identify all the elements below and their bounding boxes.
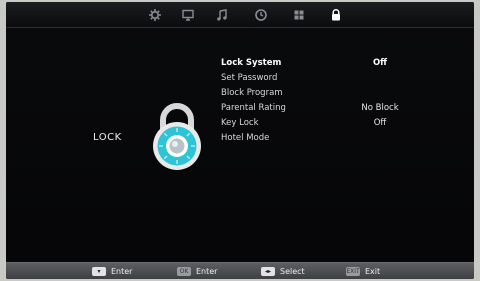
music-note-icon[interactable] [215,8,229,22]
menu-item-set-password[interactable]: Set Password [221,73,277,87]
down-key-icon: ▾ [92,267,106,276]
hint-select: ◂▸ Select [261,265,305,278]
padlock-icon [153,103,201,170]
grid-icon[interactable] [292,8,306,22]
hint-exit: EXIT Exit [346,265,380,278]
lock-system-value: Off [372,58,388,68]
menu-item-key-lock[interactable]: Key Lock [221,118,259,132]
hint-label: Exit [365,267,381,276]
hint-label: Enter [111,267,133,276]
menu-item-block-program[interactable]: Block Program [221,88,283,102]
menu-item-hotel-mode[interactable]: Hotel Mode [221,133,269,147]
key-hint-bar: ▾ Enter OK Enter ◂▸ Select EXIT Exit [6,262,474,279]
hint-label: Select [280,267,305,276]
lock-menu: LOCK Lock System Set Password Block Prog… [6,28,474,262]
menu-tab-bar [6,2,474,28]
hint-label: Enter [196,267,218,276]
tv-screen: LOCK Lock System Set Password Block Prog… [6,2,474,279]
hint-enter-down: ▾ Enter [92,265,132,278]
clock-icon[interactable] [254,8,268,22]
monitor-icon[interactable] [181,8,195,22]
gear-icon[interactable] [148,8,162,22]
hint-enter-ok: OK Enter [177,265,217,278]
key-lock-value: Off [373,118,387,128]
exit-key-icon: EXIT [346,267,360,276]
parental-rating-value: No Block [361,103,399,113]
section-label: LOCK [93,132,122,143]
ok-key-icon: OK [177,267,191,276]
menu-item-parental-rating[interactable]: Parental Rating [221,103,286,117]
lock-icon[interactable] [329,8,343,22]
menu-item-lock-system[interactable]: Lock System [221,58,281,72]
left-right-key-icon: ◂▸ [261,267,275,276]
